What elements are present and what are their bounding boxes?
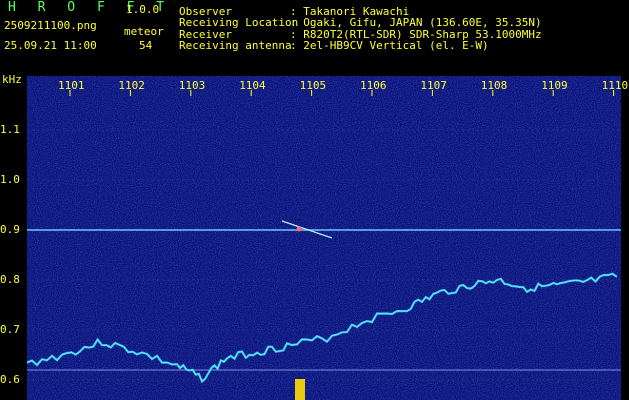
x-tick-label: 1102 bbox=[118, 79, 145, 92]
y-tick-label: 0.6 bbox=[0, 373, 20, 386]
y-tick-label: 1.1 bbox=[0, 123, 20, 136]
burst-marker bbox=[295, 379, 305, 400]
noise-texture bbox=[27, 76, 621, 400]
x-tick-label: 1110 bbox=[601, 79, 629, 92]
x-tick-label: 1109 bbox=[541, 79, 568, 92]
spectrogram-panel bbox=[27, 76, 621, 400]
y-tick-label: 0.9 bbox=[0, 223, 20, 236]
antenna-value: : 2el-HB9CV Vertical (el. E-W) bbox=[290, 39, 489, 52]
y-tick-label: 0.7 bbox=[0, 323, 20, 336]
x-tick-label: 1106 bbox=[360, 79, 387, 92]
y-tick-label: 1.0 bbox=[0, 173, 20, 186]
x-tick-label: 1107 bbox=[420, 79, 447, 92]
x-tick-label: 1105 bbox=[299, 79, 327, 92]
meteor-count: 54 bbox=[139, 39, 153, 52]
x-tick-label: 1104 bbox=[239, 79, 266, 92]
antenna-label: Receiving antenna bbox=[179, 39, 292, 52]
x-tick-label: 1108 bbox=[480, 79, 508, 92]
image-datetime: 25.09.21 11:00 bbox=[4, 39, 97, 52]
app-version: 1.0.0 bbox=[126, 3, 160, 16]
meteor-head bbox=[296, 226, 302, 232]
y-tick-label: 0.8 bbox=[0, 273, 20, 286]
spectrogram-svg bbox=[27, 76, 621, 400]
header-panel: H R O F F T 1.0.0 2509211100.png 25.09.2… bbox=[0, 0, 629, 74]
image-filename: 2509211100.png bbox=[4, 19, 97, 32]
x-tick-label: 1101 bbox=[58, 79, 85, 92]
y-axis-unit: kHz bbox=[2, 73, 22, 86]
meteor-label: meteor bbox=[124, 25, 164, 38]
x-tick-label: 1103 bbox=[178, 79, 206, 92]
